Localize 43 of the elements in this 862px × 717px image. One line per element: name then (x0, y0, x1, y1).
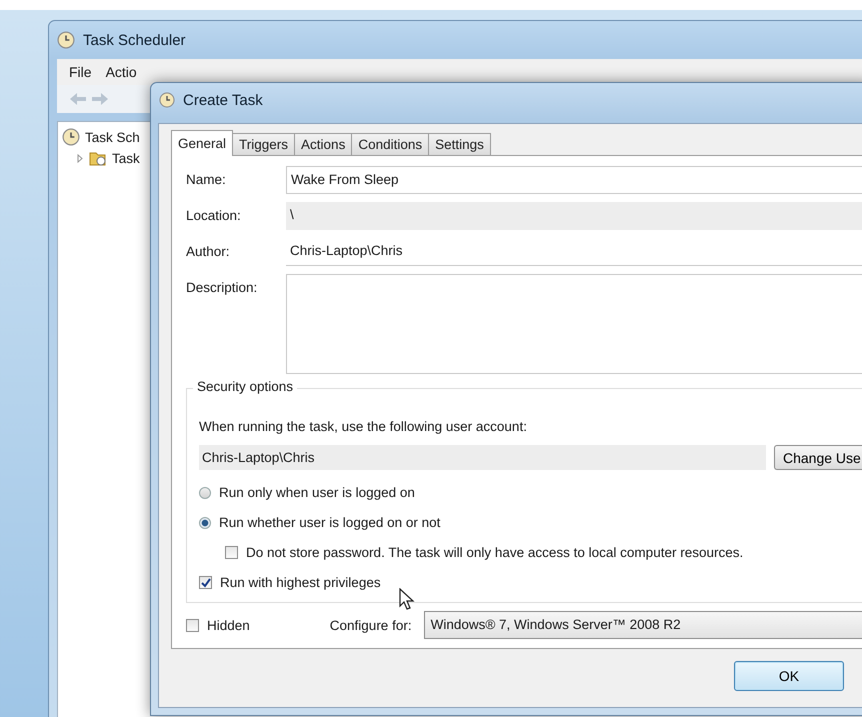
mouse-cursor-icon (399, 588, 415, 610)
account-field: Chris-Laptop\Chris (199, 445, 766, 470)
folder-clock-icon (89, 150, 107, 166)
field-label: Configure for: (330, 618, 412, 632)
option-label: Hidden (207, 618, 250, 632)
checkbox[interactable] (199, 576, 212, 589)
menu-item[interactable]: Actio (106, 64, 137, 80)
input-field[interactable]: Wake From Sleep (286, 166, 862, 194)
clock-icon (62, 128, 80, 146)
tree-item[interactable]: Task (112, 150, 140, 166)
collapsed-arrow-icon[interactable] (76, 154, 84, 162)
value-field: \ (286, 202, 862, 230)
ok-button[interactable]: OK (734, 661, 844, 691)
description-field[interactable] (286, 274, 862, 374)
tree-item[interactable]: Task Sch (85, 130, 140, 144)
back-arrow-icon[interactable] (69, 92, 87, 106)
window-title: Task Scheduler (83, 32, 186, 48)
tab[interactable]: Conditions (351, 133, 430, 156)
field-label: Name: (186, 171, 227, 187)
tab[interactable]: Actions (294, 133, 352, 156)
option-label: Do not store password. The task will only have access to local computer resources. (246, 545, 744, 560)
tab[interactable]: Settings (428, 133, 491, 156)
checkbox[interactable] (186, 618, 199, 632)
option-label: Run with highest privileges (220, 575, 381, 590)
radio-button[interactable] (199, 486, 211, 498)
account-prompt: When running the task, use the following user account: (199, 419, 528, 434)
group-title: Security options (193, 379, 298, 394)
tab[interactable]: Triggers (232, 133, 296, 156)
option-label: Run only when user is logged on (219, 485, 415, 500)
configure-dropdown[interactable]: Windows® 7, Windows Server™ 2008 R2 (424, 611, 862, 639)
checkbox[interactable] (225, 546, 238, 559)
clock-icon (159, 92, 175, 108)
change-user-button[interactable]: Change Use (774, 445, 862, 470)
forward-arrow-icon[interactable] (91, 92, 109, 106)
dialog-title: Create Task (183, 92, 263, 108)
clock-icon (57, 31, 75, 49)
field-label: Location: (186, 207, 242, 223)
option-label: Run whether user is logged on or not (219, 515, 440, 530)
menu-item[interactable]: File (69, 64, 92, 80)
field-label: Description: (186, 279, 258, 295)
radio-button[interactable] (199, 516, 211, 528)
tab[interactable]: General (171, 130, 234, 156)
field-label: Author: (186, 243, 231, 259)
